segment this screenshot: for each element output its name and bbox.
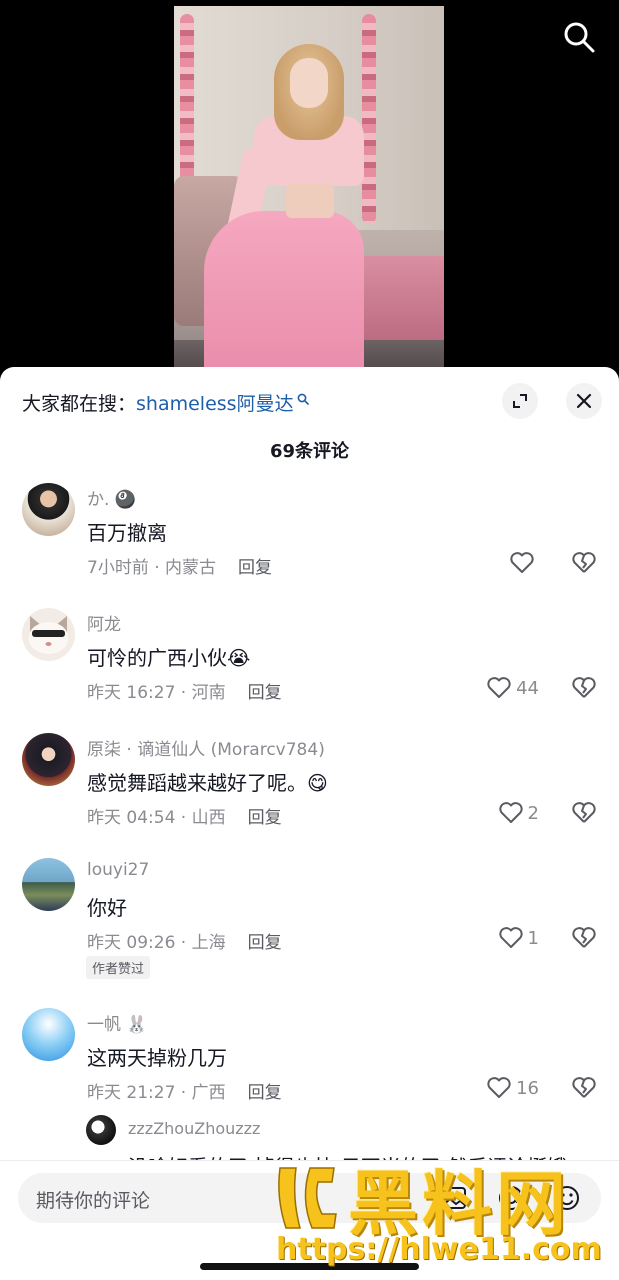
- trending-search[interactable]: 大家都在搜： shameless阿曼达: [22, 389, 309, 416]
- comment-sheet-header: 大家都在搜： shameless阿曼达: [0, 367, 619, 437]
- comment-time-location: 昨天 21:27 · 广西: [87, 1083, 226, 1103]
- comment-text: 你好: [87, 896, 127, 920]
- comment-time-location: 昨天 04:54 · 山西: [87, 808, 226, 828]
- comment-username[interactable]: 原柒 · 谪道仙人 (Morarcv784): [87, 735, 325, 760]
- reply-button[interactable]: 回复: [248, 683, 282, 703]
- broken-heart-icon[interactable]: [571, 551, 597, 575]
- laughing-crying-emoji: 😭: [227, 646, 251, 670]
- like-button[interactable]: 44: [486, 676, 539, 700]
- heart-icon: [487, 677, 511, 698]
- comment-meta: 昨天 04:54 · 山西 回复: [87, 803, 282, 828]
- watermark-url: https://hlwe11.com: [276, 1232, 602, 1267]
- avatar[interactable]: [22, 733, 75, 786]
- comment-sheet: 大家都在搜： shameless阿曼达 69条评论 か. 🎱 百万撤离 7小时前…: [0, 367, 619, 1280]
- comment-meta: 7小时前 · 内蒙古 回复: [87, 553, 272, 578]
- billiard-ball-emoji: 🎱: [114, 490, 136, 510]
- reply-button[interactable]: 回复: [248, 933, 282, 953]
- cat-avatar-icon: [28, 616, 69, 654]
- video-frame[interactable]: [174, 6, 444, 380]
- expand-button[interactable]: [502, 383, 538, 419]
- comment-input-placeholder: 期待你的评论: [36, 1190, 151, 1212]
- like-button[interactable]: 16: [486, 1076, 539, 1100]
- trending-query-link[interactable]: shameless阿曼达: [136, 389, 294, 416]
- reply-button[interactable]: 回复: [238, 558, 272, 578]
- broken-heart-icon[interactable]: [571, 801, 597, 825]
- reply-button[interactable]: 回复: [248, 808, 282, 828]
- expand-icon: [513, 394, 527, 408]
- avatar[interactable]: [86, 1115, 116, 1145]
- comment-count: 69条评论: [269, 441, 350, 462]
- comment-time-location: 昨天 09:26 · 上海: [87, 933, 226, 953]
- like-count: 2: [527, 802, 539, 824]
- like-count: 16: [516, 1077, 539, 1099]
- author-liked-badge: 作者赞过: [86, 956, 151, 979]
- comment-username[interactable]: 一帆 🐰: [87, 1010, 148, 1035]
- avatar[interactable]: [22, 608, 75, 661]
- comment-text: 这两天掉粉几万: [87, 1046, 227, 1070]
- comment-username[interactable]: か. 🎱: [87, 485, 136, 510]
- comment-text: 可怜的广西小伙😭: [87, 646, 251, 670]
- broken-heart-icon[interactable]: [571, 926, 597, 950]
- broken-heart-icon[interactable]: [571, 1076, 597, 1100]
- broken-heart-icon[interactable]: [571, 676, 597, 700]
- like-count: 44: [516, 677, 539, 699]
- avatar[interactable]: [22, 1008, 75, 1061]
- heart-icon: [487, 1077, 511, 1098]
- comment-username[interactable]: 阿龙: [87, 610, 121, 635]
- avatar[interactable]: [22, 483, 75, 536]
- like-button[interactable]: [509, 551, 539, 575]
- rabbit-emoji: 🐰: [126, 1015, 148, 1035]
- comment-text: 感觉舞蹈越来越好了呢。😋: [87, 771, 328, 795]
- comment-username[interactable]: louyi27: [87, 860, 149, 880]
- close-button[interactable]: [566, 383, 602, 419]
- reply-button[interactable]: 回复: [248, 1083, 282, 1103]
- yum-face-emoji: 😋: [307, 771, 328, 795]
- comment-meta: 昨天 09:26 · 上海 回复: [87, 928, 282, 953]
- comment-time-location: 7小时前 · 内蒙古: [87, 558, 217, 578]
- trending-prefix: 大家都在搜：: [22, 393, 137, 415]
- comment-text: 百万撤离: [87, 521, 167, 545]
- search-icon[interactable]: [560, 18, 598, 56]
- comment-time-location: 昨天 16:27 · 河南: [87, 683, 226, 703]
- like-count: 1: [527, 927, 539, 949]
- video-player[interactable]: [0, 0, 619, 380]
- heart-icon: [498, 802, 523, 823]
- heart-icon: [510, 552, 534, 573]
- small-search-icon: [297, 393, 309, 405]
- like-button[interactable]: 1: [498, 926, 539, 950]
- comment-meta: 昨天 16:27 · 河南 回复: [87, 678, 282, 703]
- like-button[interactable]: 2: [498, 801, 539, 825]
- close-icon: [576, 393, 592, 409]
- comment-meta: 昨天 21:27 · 广西 回复: [87, 1078, 282, 1103]
- watermark-logo-icon: [278, 1167, 337, 1229]
- avatar[interactable]: [22, 858, 75, 911]
- heart-icon: [498, 927, 523, 948]
- sub-reply-username[interactable]: zzzZhouZhouzzz: [128, 1119, 260, 1138]
